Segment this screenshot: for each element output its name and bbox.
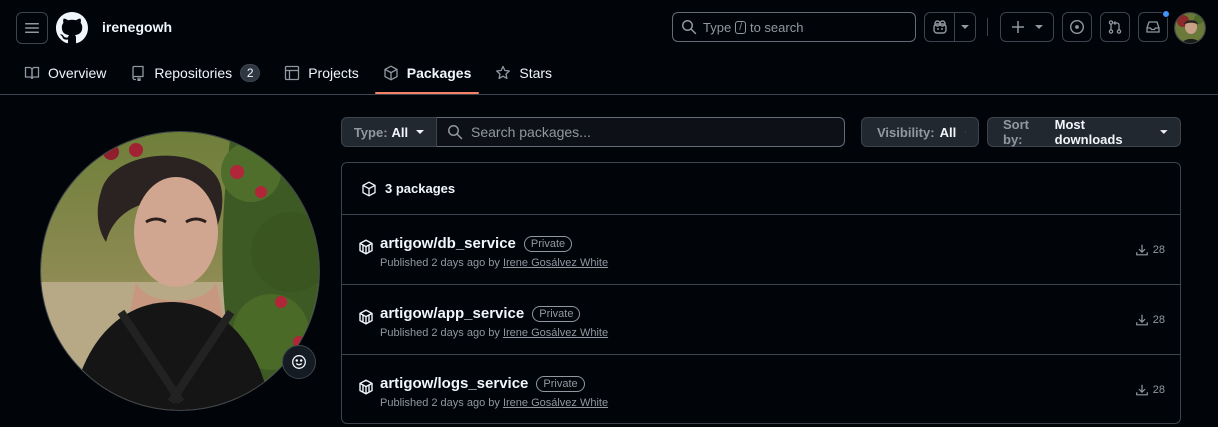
download-count: 28	[1135, 383, 1165, 397]
package-search-input[interactable]	[471, 124, 831, 140]
type-filter-dropdown[interactable]: Type: All	[341, 117, 437, 147]
search-hint-suffix: to search	[749, 19, 804, 35]
global-header: irenegowh Type / to search Overview Repo…	[0, 0, 1218, 95]
sort-dropdown[interactable]: Sort by: Most downloads	[987, 117, 1181, 147]
tab-repositories-label: Repositories	[154, 65, 233, 81]
package-icon	[362, 180, 376, 197]
hamburger-icon	[25, 23, 39, 33]
sort-value: Most downloads	[1054, 117, 1123, 147]
tab-packages[interactable]: Packages	[374, 56, 480, 94]
star-icon	[496, 65, 511, 80]
user-avatar[interactable]	[1174, 12, 1206, 44]
global-search-input[interactable]: Type / to search	[672, 12, 916, 42]
packages-list: 3 packages artigow/db_service Private Pub…	[341, 162, 1181, 424]
published-text: Published 2 days ago by	[380, 257, 500, 269]
download-count: 28	[1135, 243, 1165, 257]
type-filter-key: Type:	[353, 124, 388, 140]
list-item: artigow/db_service Private Published 2 da…	[342, 215, 1180, 285]
package-name-link[interactable]: artigow/app_service	[380, 305, 524, 322]
create-new-button[interactable]	[1000, 12, 1054, 42]
pull-requests-button[interactable]	[1100, 12, 1130, 42]
copilot-icon	[932, 20, 947, 34]
download-count-value: 28	[1152, 244, 1165, 256]
published-text: Published 2 days ago by	[380, 397, 500, 409]
container-icon	[359, 379, 373, 395]
container-icon	[359, 309, 373, 325]
search-hint-prefix: Type	[703, 19, 732, 35]
header-divider	[987, 18, 988, 36]
set-status-button[interactable]	[282, 345, 316, 379]
triangle-down-icon	[1035, 25, 1043, 29]
smiley-icon	[292, 355, 306, 369]
package-meta: Published 2 days ago by Irene Gosálvez W…	[380, 397, 608, 409]
packages-count: 3 packages	[385, 181, 456, 196]
tab-overview-label: Overview	[48, 65, 107, 81]
package-meta: Published 2 days ago by Irene Gosálvez W…	[380, 257, 608, 269]
triangle-down-icon	[961, 25, 969, 29]
download-count-value: 28	[1152, 384, 1165, 396]
author-link[interactable]: Irene Gosálvez White	[503, 257, 608, 269]
package-name-link[interactable]: artigow/db_service	[380, 235, 516, 252]
triangle-down-icon	[416, 130, 425, 134]
notification-dot	[1162, 10, 1170, 18]
inbox-button[interactable]	[1138, 10, 1170, 42]
tab-overview[interactable]: Overview	[16, 56, 114, 90]
copilot-button-group	[924, 12, 976, 42]
tab-repositories[interactable]: Repositories 2	[122, 56, 268, 90]
download-count-value: 28	[1152, 314, 1165, 326]
table-icon	[285, 65, 300, 81]
repositories-count: 2	[240, 64, 261, 82]
package-search-field	[437, 117, 845, 147]
visibility-filter-value: All	[939, 124, 957, 140]
package-name-link[interactable]: artigow/logs_service	[380, 375, 528, 392]
issues-button[interactable]	[1062, 12, 1092, 42]
triangle-down-icon	[1160, 130, 1168, 134]
profile-tabs: Overview Repositories 2 Projects Package…	[16, 56, 568, 94]
packages-list-header: 3 packages	[342, 163, 1180, 215]
search-shortcut-key: /	[735, 20, 746, 34]
type-and-search-group: Type: All	[341, 117, 845, 147]
container-icon	[359, 239, 373, 255]
package-icon	[384, 65, 398, 81]
menu-button[interactable]	[16, 12, 48, 44]
author-link[interactable]: Irene Gosálvez White	[503, 327, 608, 339]
search-icon	[682, 20, 697, 35]
tab-stars-label: Stars	[519, 65, 553, 81]
copilot-button[interactable]	[925, 13, 955, 41]
search-hint: Type / to search	[703, 20, 803, 35]
visibility-badge: Private	[536, 376, 585, 392]
git-pull-request-icon	[1108, 20, 1122, 34]
profile-avatar[interactable]	[40, 131, 320, 411]
type-filter-value: All	[391, 124, 409, 140]
visibility-filter-key: Visibility:	[877, 124, 935, 140]
tab-projects-label: Projects	[308, 65, 359, 81]
tab-projects[interactable]: Projects	[276, 56, 367, 90]
download-icon	[1135, 244, 1148, 256]
download-count: 28	[1135, 313, 1165, 327]
inbox-icon	[1146, 21, 1160, 33]
list-item: artigow/logs_service Private Published 2 …	[342, 355, 1180, 424]
triangle-down-icon	[965, 131, 966, 133]
visibility-filter-dropdown[interactable]: Visibility: All	[861, 117, 979, 147]
repo-icon	[132, 65, 145, 81]
tab-stars[interactable]: Stars	[487, 56, 560, 90]
visibility-badge: Private	[532, 306, 581, 322]
download-icon	[1135, 314, 1148, 326]
issue-opened-icon	[1069, 19, 1085, 35]
visibility-badge: Private	[523, 236, 573, 252]
download-icon	[1135, 384, 1148, 396]
search-icon	[448, 125, 463, 140]
book-icon	[24, 66, 40, 80]
github-logo-icon[interactable]	[56, 12, 88, 44]
author-link[interactable]: Irene Gosálvez White	[503, 397, 608, 409]
plus-icon	[1012, 21, 1024, 33]
list-item: artigow/app_service Private Published 2 d…	[342, 285, 1180, 355]
sort-key: Sort by:	[1003, 117, 1029, 147]
tab-packages-label: Packages	[406, 65, 472, 81]
copilot-dropdown-button[interactable]	[955, 13, 975, 41]
context-username[interactable]: irenegowh	[102, 19, 172, 35]
published-text: Published 2 days ago by	[380, 327, 500, 339]
package-meta: Published 2 days ago by Irene Gosálvez W…	[380, 327, 608, 339]
